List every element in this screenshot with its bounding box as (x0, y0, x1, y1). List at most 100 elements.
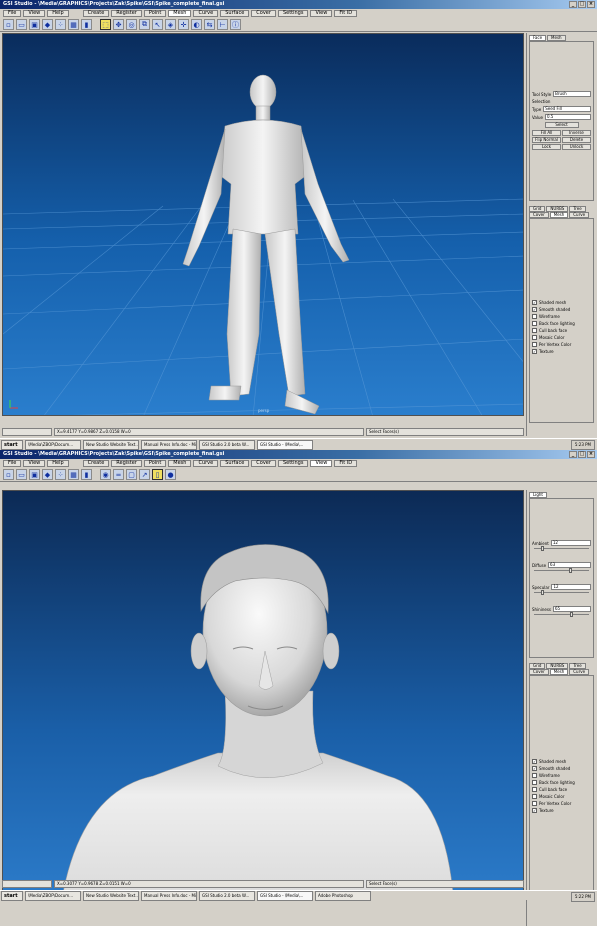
taskbar-item[interactable]: GSI Studio - \Media\... (257, 890, 313, 901)
start-button[interactable]: start (1, 890, 23, 901)
menu-mesh[interactable]: Mesh (168, 10, 192, 17)
option-wireframe[interactable]: Wireframe (530, 772, 593, 779)
checkbox[interactable]: ✓ (532, 808, 537, 813)
new-icon[interactable]: ▫ (3, 19, 14, 30)
menu-create[interactable]: Create (82, 10, 110, 17)
checkbox[interactable] (532, 787, 537, 792)
checkbox[interactable] (532, 780, 537, 785)
slider-knob[interactable] (568, 568, 572, 573)
menu-help[interactable]: Help (47, 460, 69, 467)
menu-point[interactable]: Point (143, 10, 167, 17)
tab-light[interactable]: Light (529, 492, 547, 498)
taskbar-item[interactable]: New Studio Website Text... (83, 890, 139, 901)
checkbox[interactable] (532, 321, 537, 326)
menu-file[interactable]: File (3, 460, 22, 467)
checkbox[interactable]: ✓ (532, 307, 537, 312)
mirror-icon[interactable]: ◐ (191, 19, 202, 30)
taskbar-item[interactable]: Manual Press Info.doc - Mi... (141, 439, 197, 450)
maximize-button[interactable]: □ (578, 451, 586, 458)
tab-curve[interactable]: Curve (569, 669, 590, 675)
close-button[interactable]: × (587, 1, 595, 8)
tool-style-dropdown[interactable]: Brush (553, 91, 591, 97)
option-smooth-shaded[interactable]: ✓ Smooth shaded (530, 765, 593, 772)
option-per-vertex-color[interactable]: Per Vertex Color (530, 800, 593, 807)
menu-register[interactable]: Register (111, 460, 142, 467)
layer-icon[interactable]: ▮ (81, 469, 92, 480)
option-wireframe[interactable]: Wireframe (530, 313, 593, 320)
taskbar-item[interactable]: \Media\ZBOP\Docum... (25, 439, 81, 450)
taskbar-item[interactable]: GSI Studio - \Media\... (257, 439, 313, 450)
menu-view[interactable]: View (23, 10, 46, 17)
menu-file[interactable]: File (3, 10, 22, 17)
slider-knob[interactable] (540, 546, 544, 551)
layer-icon[interactable]: ▮ (81, 19, 92, 30)
move-icon[interactable]: ✛ (178, 19, 189, 30)
save-icon[interactable]: ▣ (29, 469, 40, 480)
orbit-icon[interactable]: ◎ (126, 19, 137, 30)
tab-cover[interactable]: Cover (529, 669, 549, 675)
minimize-button[interactable]: _ (569, 451, 577, 458)
minimize-button[interactable]: _ (569, 1, 577, 8)
tab-mesh[interactable]: Mesh (547, 35, 566, 41)
bulb-icon[interactable]: ▯ (152, 469, 163, 480)
menu-settings[interactable]: Settings (277, 10, 309, 17)
menu-surface[interactable]: Surface (220, 10, 250, 17)
info-icon[interactable]: ⓘ (230, 19, 241, 30)
menu-view[interactable]: View (310, 10, 333, 17)
menu-view[interactable]: View (310, 460, 333, 467)
menu-point[interactable]: Point (143, 460, 167, 467)
slider-value-input[interactable]: 12 (550, 540, 591, 546)
sphere-icon[interactable]: ● (165, 469, 176, 480)
type-dropdown[interactable]: Seed Fill (543, 106, 591, 112)
fill-all-button[interactable]: Fill All (532, 130, 561, 136)
tab-face[interactable]: Face (529, 35, 547, 41)
menu-cover[interactable]: Cover (251, 10, 276, 17)
select-button[interactable]: Select (544, 122, 579, 128)
mesh-icon[interactable]: ▦ (68, 19, 79, 30)
taskbar-item[interactable]: New Studio Website Text... (83, 439, 139, 450)
slider-track[interactable] (534, 590, 589, 596)
checkbox[interactable] (532, 773, 537, 778)
delete-button[interactable]: Delete (562, 137, 591, 143)
cube-icon[interactable]: ◆ (42, 469, 53, 480)
option-texture[interactable]: ✓ Texture (530, 807, 593, 814)
menu-create[interactable]: Create (82, 460, 110, 467)
checkbox[interactable] (532, 314, 537, 319)
checkbox[interactable] (532, 801, 537, 806)
tab-mesh[interactable]: Mesh (549, 669, 569, 675)
ruler-icon[interactable]: ═ (113, 469, 124, 480)
cube-icon[interactable]: ◆ (42, 19, 53, 30)
pan-icon[interactable]: ✥ (113, 19, 124, 30)
option-shaded-mesh[interactable]: ✓ Shaded mesh (530, 299, 593, 306)
select-icon[interactable]: ⬚ (100, 19, 111, 30)
menu-settings[interactable]: Settings (277, 460, 309, 467)
cursor-icon[interactable]: ↗ (139, 469, 150, 480)
tab-curve[interactable]: Curve (569, 212, 590, 218)
menu-curve[interactable]: Curve (193, 10, 219, 17)
frame-icon[interactable]: ▢ (126, 469, 137, 480)
maximize-button[interactable]: □ (578, 1, 586, 8)
light-icon[interactable]: ◈ (165, 19, 176, 30)
save-icon[interactable]: ▣ (29, 19, 40, 30)
option-texture[interactable]: ✓ Texture (530, 348, 593, 355)
option-cull-back-face[interactable]: Cull back face (530, 786, 593, 793)
taskbar-item[interactable]: \Media\ZBOP\Docum... (25, 890, 81, 901)
taskbar-item[interactable]: Adobe Photoshop (315, 890, 371, 901)
3d-viewport[interactable] (2, 490, 524, 892)
inverse-button[interactable]: Inverse (562, 130, 591, 136)
unlock-button[interactable]: Unlock (562, 144, 591, 150)
option-smooth-shaded[interactable]: ✓ Smooth shaded (530, 306, 593, 313)
fit-icon[interactable]: ⧉ (139, 19, 150, 30)
option-back-face-lighting[interactable]: Back face lighting (530, 779, 593, 786)
slider-knob[interactable] (569, 612, 573, 617)
slider-value-input[interactable]: 12 (551, 584, 591, 590)
tab-cover[interactable]: Cover (529, 212, 549, 218)
menu-surface[interactable]: Surface (220, 460, 250, 467)
slider-knob[interactable] (540, 590, 544, 595)
option-per-vertex-color[interactable]: Per Vertex Color (530, 341, 593, 348)
menu-mesh[interactable]: Mesh (168, 460, 192, 467)
start-button[interactable]: start (1, 439, 23, 450)
open-icon[interactable]: ▭ (16, 469, 27, 480)
taskbar-item[interactable]: GSI Studio 2.0 beta W... (199, 890, 255, 901)
checkbox[interactable] (532, 335, 537, 340)
